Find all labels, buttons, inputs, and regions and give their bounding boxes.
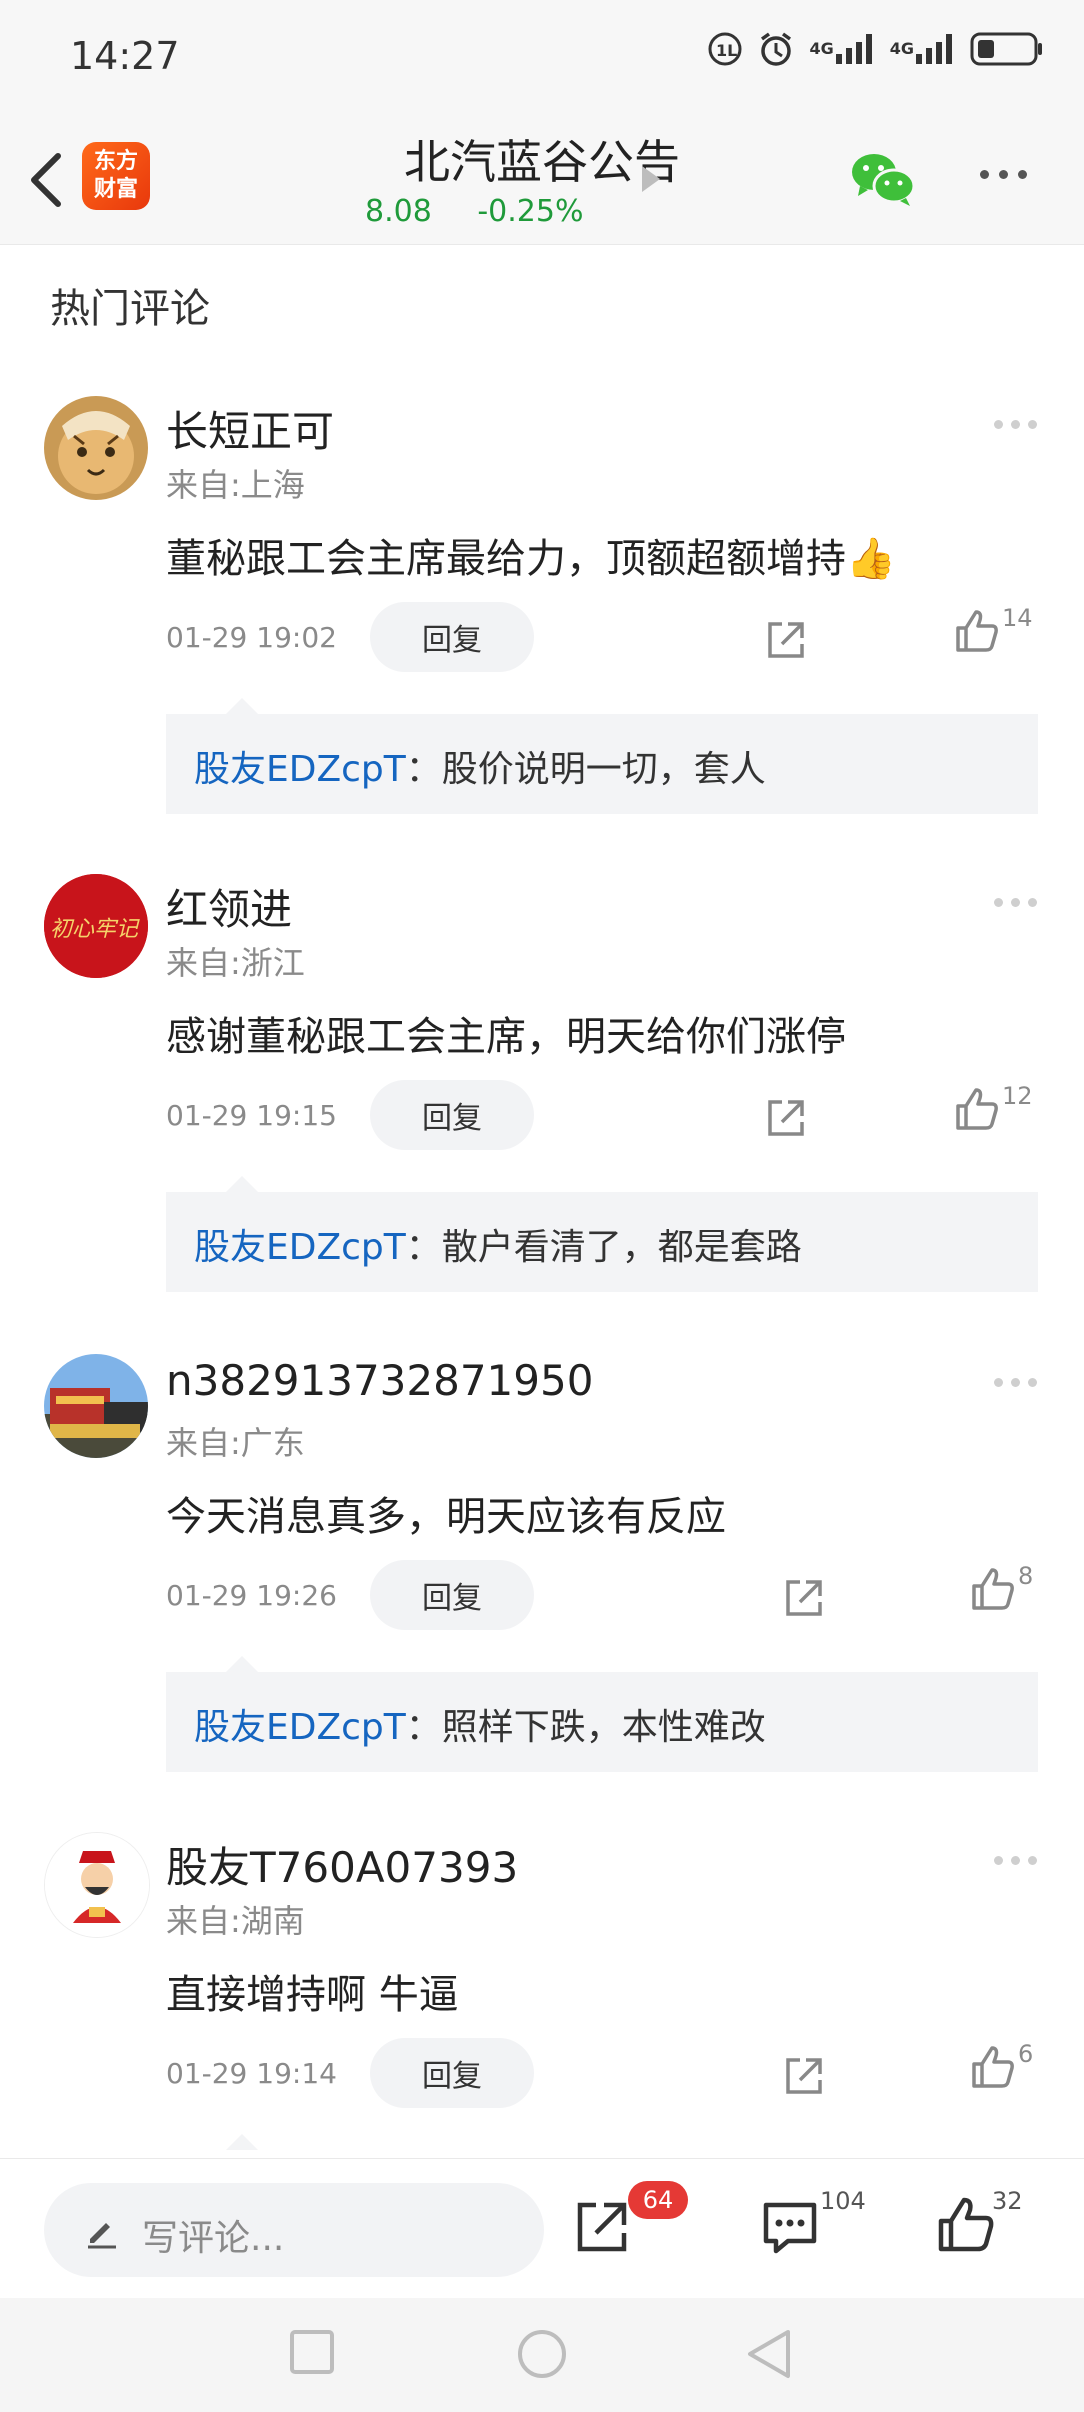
square-icon: [290, 2330, 334, 2374]
username[interactable]: n382913732871950: [166, 1356, 593, 1405]
share-icon: [577, 2202, 627, 2252]
location: 来自:浙江: [166, 944, 305, 982]
comment-date: 01-29 19:26: [166, 1579, 337, 1612]
username[interactable]: 股友T760A07393: [166, 1834, 518, 1895]
reply-pointer: [226, 698, 258, 714]
reply-text: 股友EDZcpT：股价说明一切，套人: [194, 740, 766, 792]
bottom-action-bar: 写评论... 64 104 32: [0, 2158, 1084, 2299]
pencil-icon: [84, 2213, 120, 2253]
status-time: 14:27: [70, 34, 180, 78]
signal-icon: 4G: [890, 34, 956, 64]
comment-text: 今天消息真多，明天应该有反应: [166, 1494, 726, 1540]
like-icon[interactable]: [954, 1086, 1000, 1136]
more-menu-button[interactable]: [980, 170, 1027, 179]
page-title[interactable]: 北汽蓝谷公告: [0, 126, 1084, 192]
svg-text:1L: 1L: [716, 41, 737, 60]
comment-text: 感谢董秘跟工会主席，明天给你们涨停: [166, 1014, 846, 1060]
reply-pointer: [226, 1656, 258, 1672]
comment-more-button[interactable]: [994, 420, 1037, 429]
reply-content: ：照样下跌，本性难改: [405, 1707, 766, 1748]
write-comment-placeholder: 写评论...: [142, 2218, 285, 2259]
share-icon[interactable]: [764, 1096, 808, 1144]
avatar[interactable]: [44, 396, 148, 500]
location: 来自:广东: [166, 1424, 305, 1462]
comment-date: 01-29 19:15: [166, 1099, 337, 1132]
reply-preview[interactable]: 股友EDZcpT：散户看清了，都是套路: [166, 1192, 1038, 1292]
like-count: 8: [1018, 1562, 1034, 1590]
reply-content: ：散户看清了，都是套路: [405, 1227, 802, 1268]
reply-button[interactable]: 回复: [370, 2038, 534, 2108]
avatar[interactable]: [44, 1354, 148, 1458]
triangle-back-icon: [748, 2330, 790, 2378]
wechat-share-icon[interactable]: [850, 150, 916, 212]
username[interactable]: 长短正可: [166, 398, 334, 459]
reply-username[interactable]: 股友EDZcpT: [194, 749, 406, 790]
home-button[interactable]: [516, 2328, 568, 2384]
like-icon[interactable]: [954, 608, 1000, 658]
circle-icon: [518, 2330, 566, 2378]
stock-price: 8.08: [365, 194, 432, 229]
recent-apps-button[interactable]: [288, 2328, 336, 2380]
like-count: 12: [1002, 1082, 1033, 1110]
comment-count: 104: [820, 2187, 866, 2215]
signal-label: 4G: [889, 39, 914, 58]
avatar[interactable]: 初心牢记: [44, 874, 148, 978]
hot-comments-title: 热门评论: [50, 286, 210, 332]
comment-date: 01-29 19:14: [166, 2057, 337, 2090]
triangle-right-icon[interactable]: [640, 164, 662, 198]
battery-icon: [970, 31, 1044, 67]
avatar-text: 初心牢记: [50, 917, 140, 942]
reply-preview[interactable]: 股友EDZcpT：股价说明一切，套人: [166, 714, 1038, 814]
price-line: 8.08 -0.25%: [365, 194, 583, 229]
username[interactable]: 红领进: [166, 876, 292, 937]
reply-text: 股友EDZcpT：散户看清了，都是套路: [194, 1218, 802, 1270]
header: 东方 财富 北汽蓝谷公告 8.08 -0.25%: [0, 110, 1084, 245]
comment-date: 01-29 19:02: [166, 621, 337, 654]
status-bar: 14:27 1L 4G 4G: [0, 0, 1084, 110]
comment-more-button[interactable]: [994, 1378, 1037, 1387]
comment-text: 董秘跟工会主席最给力，顶额超额增持👍: [166, 536, 896, 582]
signal-label: 4G: [809, 39, 834, 58]
share-icon[interactable]: [782, 1576, 826, 1624]
comments-button[interactable]: [760, 2197, 820, 2261]
alarm-icon: [757, 30, 795, 68]
data-saver-icon: 1L: [707, 31, 743, 67]
reply-button[interactable]: 回复: [370, 1080, 534, 1150]
like-icon[interactable]: [970, 2044, 1016, 2094]
reply-username[interactable]: 股友EDZcpT: [194, 1227, 406, 1268]
share-count-badge: 64: [628, 2181, 688, 2219]
reply-content: ：股价说明一切，套人: [405, 749, 766, 790]
reply-pointer: [226, 2134, 258, 2150]
reply-preview[interactable]: 股友EDZcpT：照样下跌，本性难改: [166, 1672, 1038, 1772]
location: 来自:上海: [166, 466, 305, 504]
status-icons: 1L 4G 4G: [707, 30, 1044, 68]
location: 来自:湖南: [166, 1902, 305, 1940]
like-count: 6: [1018, 2040, 1034, 2068]
system-nav-bar: [0, 2298, 1084, 2412]
like-button[interactable]: [936, 2195, 996, 2259]
reply-pointer: [226, 1176, 258, 1192]
write-comment-input[interactable]: 写评论...: [44, 2183, 544, 2277]
stock-change: -0.25%: [477, 194, 584, 229]
comment-more-button[interactable]: [994, 898, 1037, 907]
signal-icon: 4G: [809, 34, 875, 64]
share-icon[interactable]: [782, 2054, 826, 2102]
like-count: 32: [992, 2187, 1023, 2215]
reply-username[interactable]: 股友EDZcpT: [194, 1707, 406, 1748]
reply-button[interactable]: 回复: [370, 602, 534, 672]
reply-button[interactable]: 回复: [370, 1560, 534, 1630]
comment-more-button[interactable]: [994, 1856, 1037, 1865]
like-icon: [938, 2197, 994, 2252]
share-icon[interactable]: [764, 618, 808, 666]
comment-text: 直接增持啊 牛逼: [166, 1972, 459, 2018]
nav-back-button[interactable]: [744, 2328, 794, 2384]
like-icon[interactable]: [970, 1566, 1016, 1616]
comment-bubble-icon: [763, 2202, 817, 2254]
reply-text: 股友EDZcpT：照样下跌，本性难改: [194, 1698, 766, 1750]
share-button[interactable]: [572, 2197, 632, 2261]
like-count: 14: [1002, 604, 1033, 632]
avatar[interactable]: [44, 1832, 150, 1938]
